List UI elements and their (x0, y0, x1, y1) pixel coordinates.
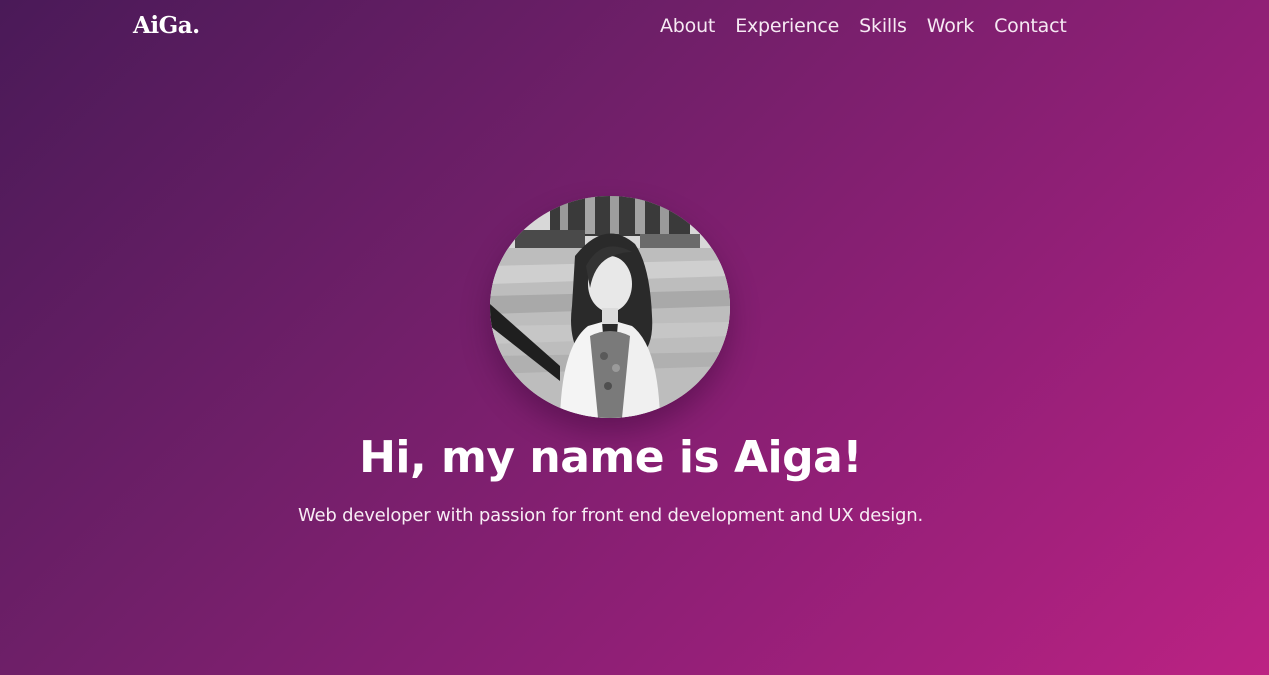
nav-link-work[interactable]: Work (927, 15, 975, 37)
logo-link[interactable]: AiGa. (133, 12, 200, 39)
main-nav: About Experience Skills Work Contact (660, 15, 1067, 37)
hero-subtitle: Web developer with passion for front end… (297, 505, 924, 526)
nav-link-about[interactable]: About (660, 15, 715, 37)
hero-title: Hi, my name is Aiga! (359, 432, 862, 483)
nav-link-skills[interactable]: Skills (859, 15, 907, 37)
profile-photo-illustration (490, 196, 730, 418)
profile-photo (490, 196, 730, 418)
nav-link-experience[interactable]: Experience (735, 15, 839, 37)
nav-link-contact[interactable]: Contact (994, 15, 1067, 37)
